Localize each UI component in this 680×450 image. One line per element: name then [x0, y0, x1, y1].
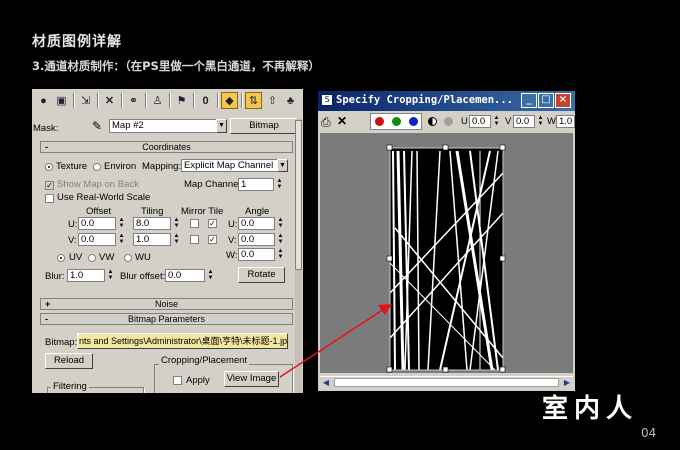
- pointer-arrow: [279, 304, 392, 378]
- page-number: 04: [641, 426, 657, 440]
- site-logo: 室内人: [542, 394, 639, 424]
